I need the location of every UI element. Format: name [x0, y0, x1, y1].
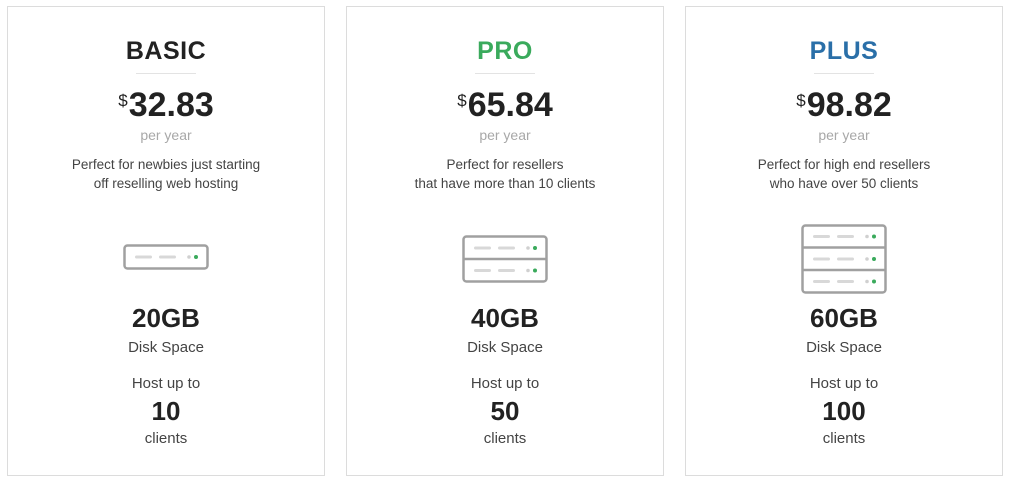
disk-space-label: Disk Space: [806, 339, 882, 356]
price-amount: 98.82: [806, 86, 892, 124]
host-up-to-label: Host up to: [470, 375, 540, 392]
currency-symbol: $: [457, 91, 467, 110]
clients-count: 50: [490, 396, 520, 426]
price-amount: 65.84: [467, 86, 553, 124]
clients-count: 10: [151, 396, 181, 426]
disk-space-value: 40GB: [471, 303, 539, 333]
billing-period: per year: [140, 127, 192, 143]
disk-space-label: Disk Space: [467, 339, 543, 356]
description-line: Perfect for newbies just starting: [71, 157, 261, 172]
server-1-unit-icon: [123, 244, 209, 270]
plan-description: Perfect for resellers that have more tha…: [347, 155, 663, 193]
currency-symbol: $: [796, 91, 806, 110]
plan-name: BASIC: [125, 37, 207, 65]
title-divider: [136, 73, 196, 74]
clients-count: 100: [822, 396, 866, 426]
description-line: Perfect for resellers: [446, 157, 564, 172]
currency-symbol: $: [118, 91, 128, 110]
clients-label: clients: [483, 430, 527, 447]
disk-space-value: 20GB: [132, 303, 200, 333]
description-line: who have over 50 clients: [769, 176, 919, 191]
plan-description: Perfect for high end resellers who have …: [686, 155, 1002, 193]
plan-price: $32.83: [8, 85, 324, 132]
billing-period: per year: [818, 127, 870, 143]
clients-label: clients: [144, 430, 188, 447]
disk-space-label: Disk Space: [128, 339, 204, 356]
plan-card-plus[interactable]: PLUS $98.82 per year Perfect for high en…: [685, 6, 1003, 476]
plan-description: Perfect for newbies just starting off re…: [8, 155, 324, 193]
pricing-plans: BASIC $32.83 per year Perfect for newbie…: [0, 0, 1012, 484]
plan-name: PRO: [477, 37, 533, 65]
plan-price: $65.84: [347, 85, 663, 132]
description-line: off reselling web hosting: [93, 176, 239, 191]
server-3-unit-icon: [801, 224, 887, 294]
title-divider: [475, 73, 535, 74]
billing-period: per year: [479, 127, 531, 143]
price-amount: 32.83: [128, 86, 214, 124]
host-up-to-label: Host up to: [131, 375, 201, 392]
clients-label: clients: [822, 430, 866, 447]
disk-space-value: 60GB: [810, 303, 878, 333]
title-divider: [814, 73, 874, 74]
plan-card-pro[interactable]: PRO $65.84 per year Perfect for reseller…: [346, 6, 664, 476]
plan-card-basic[interactable]: BASIC $32.83 per year Perfect for newbie…: [7, 6, 325, 476]
host-up-to-label: Host up to: [809, 375, 879, 392]
description-line: that have more than 10 clients: [414, 176, 596, 191]
plan-name: PLUS: [809, 37, 879, 65]
plan-price: $98.82: [686, 85, 1002, 132]
description-line: Perfect for high end resellers: [757, 157, 931, 172]
server-2-unit-icon: [462, 235, 548, 283]
